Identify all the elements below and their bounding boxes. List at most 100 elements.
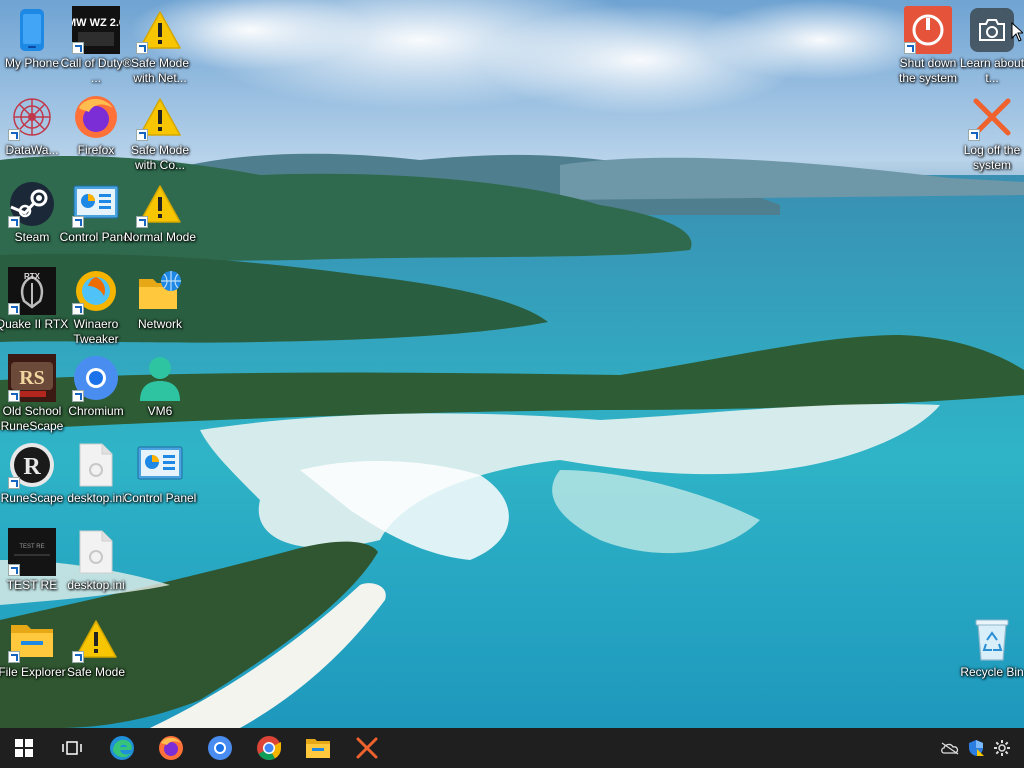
control-panel-icon (136, 441, 184, 489)
icon-label: Safe Mode with Co... (130, 143, 190, 172)
winaero-icon (72, 267, 120, 315)
warning-icon (136, 93, 184, 141)
desktop-icon-safe-mode[interactable]: Safe Mode (59, 615, 133, 680)
user-icon (136, 354, 184, 402)
desktop-icon-recycle-bin[interactable]: Recycle Bin (955, 615, 1024, 680)
taskbar-file-explorer[interactable] (294, 728, 342, 768)
file-icon (72, 528, 120, 576)
warning-icon (72, 615, 120, 663)
recycle-bin-icon (968, 615, 1016, 663)
camera-icon (968, 6, 1016, 54)
desktop-icon-log-off[interactable]: Log off the system (955, 93, 1024, 173)
mouse-cursor-icon (1011, 22, 1023, 42)
desktop-icon-vm6[interactable]: VM6 (123, 354, 197, 419)
warning-icon (136, 6, 184, 54)
desktop[interactable]: My Phone DataWa... Steam RTX Quake II RT… (0, 0, 1024, 728)
runescape-icon: R (8, 441, 56, 489)
tray-defender[interactable] (964, 728, 988, 768)
shortcut-arrow-icon (136, 216, 148, 228)
tray-onedrive[interactable] (938, 728, 962, 768)
close-x-icon (968, 93, 1016, 141)
desktop-icon-control-panel[interactable]: Control Panel (59, 180, 133, 245)
runescape-logo-text: R (23, 454, 41, 480)
task-view-button[interactable] (48, 728, 96, 768)
start-icon (15, 739, 33, 757)
quake-icon: RTX (8, 267, 56, 315)
shortcut-arrow-icon (72, 390, 84, 402)
shortcut-arrow-icon (8, 129, 20, 141)
task-view-icon (62, 741, 82, 755)
taskbar-firefox[interactable] (147, 728, 195, 768)
desktop-icon-firefox[interactable]: Firefox (59, 93, 133, 158)
desktop-icon-network[interactable]: Network (123, 267, 197, 332)
icon-label: Normal Mode (123, 230, 197, 244)
desktop-icon-learn-about[interactable]: Learn about t... (955, 6, 1024, 86)
desktop-icon-safe-mode-co[interactable]: Safe Mode with Co... (123, 93, 197, 173)
icon-label: Control Panel (59, 230, 133, 244)
network-icon (136, 267, 184, 315)
phone-icon (8, 6, 56, 54)
shortcut-arrow-icon (136, 42, 148, 54)
shortcut-arrow-icon (8, 564, 20, 576)
datawa-icon (8, 93, 56, 141)
taskbar-log-off[interactable] (343, 728, 391, 768)
shortcut-arrow-icon (8, 303, 20, 315)
desktop-icon-shut-down[interactable]: Shut down the system (891, 6, 965, 86)
onedrive-icon (941, 742, 959, 755)
tray-settings[interactable] (990, 728, 1014, 768)
desktop-icon-control-panel-2[interactable]: Control Panel (123, 441, 197, 506)
icon-label: Learn about t... (959, 56, 1024, 85)
defender-icon (969, 740, 984, 756)
icon-label: Chromium (68, 404, 124, 418)
desktop-icon-call-of-duty[interactable]: MW WZ 2.0 Call of Duty® ... (59, 6, 133, 86)
firefox-icon (72, 93, 120, 141)
test-logo-text: TEST RE (19, 544, 44, 550)
icon-label: desktop.ini (67, 578, 125, 592)
icon-label: Safe Mode (66, 665, 126, 679)
start-button[interactable] (0, 728, 48, 768)
icon-label: Log off the system (963, 143, 1021, 172)
icon-label: Shut down the system (898, 56, 958, 85)
icon-label: Call of Duty® ... (60, 56, 132, 85)
osrs-logo-text: RS (19, 367, 45, 389)
shortcut-arrow-icon (72, 651, 84, 663)
icon-label: Recycle Bin (960, 665, 1024, 679)
icon-label: Firefox (77, 143, 115, 157)
steam-icon (8, 180, 56, 228)
desktop-icon-desktop-ini-1[interactable]: desktop.ini (59, 441, 133, 506)
warning-icon (136, 180, 184, 228)
icon-label: Network (137, 317, 182, 331)
folder-icon (8, 615, 56, 663)
firefox-icon (159, 736, 183, 760)
test-re-icon: TEST RE (8, 528, 56, 576)
power-icon (904, 6, 952, 54)
chrome-icon (257, 736, 281, 761)
shortcut-arrow-icon (8, 216, 20, 228)
shortcut-arrow-icon (72, 216, 84, 228)
close-x-icon (356, 737, 378, 759)
taskbar (0, 728, 1024, 768)
desktop-icon-normal-mode[interactable]: Normal Mode (123, 180, 197, 245)
shortcut-arrow-icon (8, 477, 20, 489)
quake-logo-text: RTX (24, 272, 41, 281)
control-panel-icon (72, 180, 120, 228)
desktop-icon-safe-mode-net[interactable]: Safe Mode with Net... (123, 6, 197, 86)
shortcut-arrow-icon (8, 390, 20, 402)
shortcut-arrow-icon (72, 303, 84, 315)
desktop-icon-desktop-ini-2[interactable]: desktop.ini (59, 528, 133, 593)
file-explorer-icon (306, 739, 330, 758)
icon-label: desktop.ini (67, 491, 125, 505)
file-icon (72, 441, 120, 489)
shortcut-arrow-icon (136, 129, 148, 141)
taskbar-chromium[interactable] (196, 728, 244, 768)
desktop-icon-winaero[interactable]: Winaero Tweaker (59, 267, 133, 347)
shortcut-arrow-icon (8, 651, 20, 663)
taskbar-chrome[interactable] (245, 728, 293, 768)
desktop-icon-chromium[interactable]: Chromium (59, 354, 133, 419)
cod-logo-text: MW WZ 2.0 (72, 17, 120, 29)
settings-gear-icon (994, 740, 1010, 756)
icon-label: Control Panel (123, 491, 197, 505)
osrs-icon: RS (8, 354, 56, 402)
shortcut-arrow-icon (72, 42, 84, 54)
taskbar-edge[interactable] (98, 728, 146, 768)
